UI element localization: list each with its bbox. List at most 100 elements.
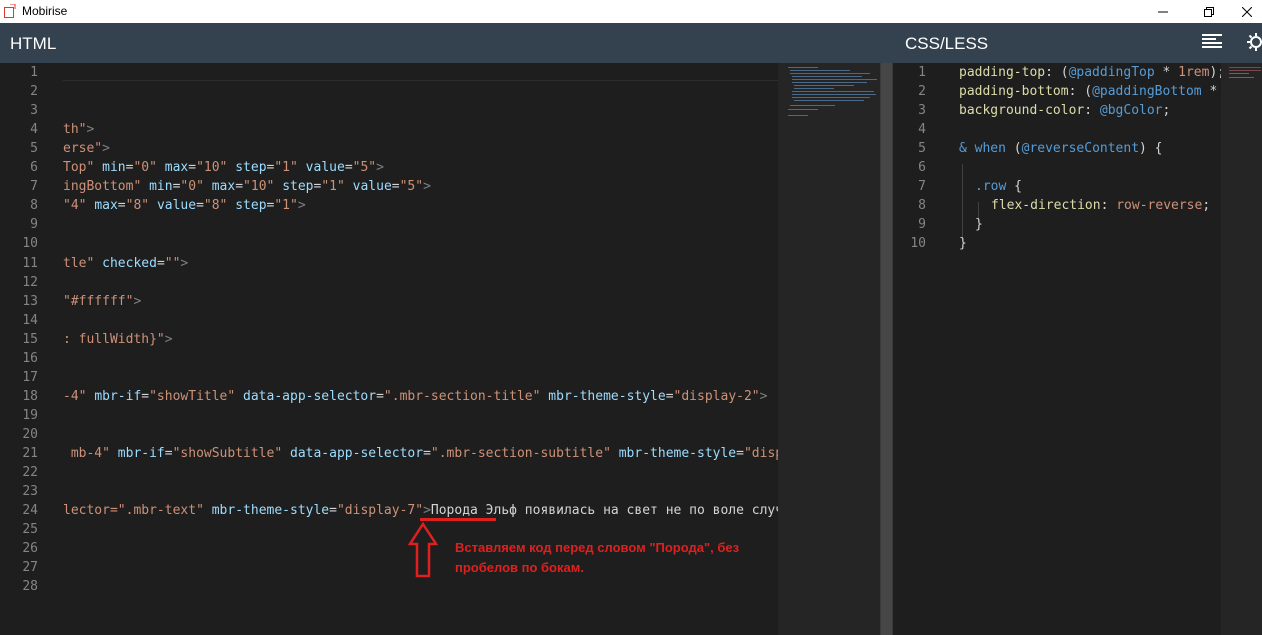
code-token: = [665, 388, 674, 404]
code-token: ( [1005, 141, 1022, 157]
line-number: 3 [30, 103, 38, 119]
code-line: padding-bottom: (@paddingBottom * 1 [959, 84, 1221, 99]
code-token: > [133, 293, 142, 309]
code-token: mbr-theme-style [211, 503, 330, 519]
code-token: & when [959, 141, 1006, 157]
code-line: -4" mbr-if="showTitle" data-app-selector… [63, 389, 767, 404]
minimize-button[interactable] [1140, 0, 1186, 23]
html-panel-title: HTML [10, 34, 57, 53]
minimap-preview [788, 67, 877, 116]
code-token: "5" [352, 160, 377, 176]
code-token: = [188, 160, 197, 176]
code-token: data-app-selector [243, 388, 377, 404]
code-line: "4" max="8" value="8" step="1"> [63, 198, 306, 213]
code-token: > [423, 179, 431, 195]
css-code-editor[interactable]: padding-top: (@paddingTop * 1rem);paddin… [951, 63, 1221, 635]
line-number: 13 [22, 293, 38, 309]
code-token: = [329, 503, 337, 519]
code-token: mb-4" [63, 446, 110, 461]
code-token: mbr-if [94, 388, 142, 404]
line-number: 11 [22, 255, 38, 271]
code-token: "" [164, 255, 181, 271]
code-token: ; [1162, 103, 1171, 119]
align-text-icon[interactable] [1202, 34, 1222, 50]
line-number: 17 [22, 369, 38, 385]
title-bar: Mobirise [0, 0, 1262, 23]
code-token: : fullWidth}" [63, 331, 165, 347]
code-token: "displ [743, 446, 778, 461]
line-number: 1 [30, 65, 38, 80]
code-token: = [423, 446, 431, 461]
code-token: > [180, 255, 189, 271]
maximize-button[interactable] [1186, 0, 1232, 23]
code-token: .mbr-text" [125, 503, 204, 519]
code-token: "display-7" [336, 503, 424, 519]
code-token: "10" [243, 179, 275, 195]
line-number: 16 [22, 350, 38, 366]
line-number: 22 [22, 465, 38, 481]
code-token: @paddingTop [1068, 65, 1155, 80]
code-token: mbr-theme-style [618, 446, 737, 461]
code-token: lector=" [63, 503, 126, 519]
code-token: "1" [274, 198, 298, 214]
code-token: = [141, 388, 150, 404]
code-token: > [759, 388, 768, 404]
code-line: : fullWidth}"> [63, 332, 173, 347]
code-token: "showSubtitle" [172, 446, 283, 461]
line-number: 2 [30, 84, 38, 100]
line-number: 14 [22, 312, 38, 328]
line-number: 27 [22, 560, 38, 576]
line-number: 6 [918, 160, 926, 176]
close-button[interactable] [1232, 0, 1262, 23]
code-token: "8" [125, 198, 150, 214]
line-number: 9 [30, 217, 38, 233]
code-token: > [423, 503, 431, 519]
code-token: tle" [63, 255, 95, 271]
line-number: 10 [910, 236, 926, 252]
code-token: ".mbr-section-title" [383, 388, 541, 404]
code-line: Top" min="0" max="10" step="1" value="5"… [63, 160, 384, 175]
code-token: erse" [63, 141, 103, 157]
code-token: } [959, 236, 967, 252]
code-token: = [344, 160, 353, 176]
code-token: : [1100, 198, 1117, 214]
code-token: ) { [1139, 141, 1163, 157]
code-token: step [282, 179, 314, 195]
line-number: 1 [918, 65, 926, 80]
code-token: "0" [180, 179, 204, 195]
code-token: @reverseContent [1021, 141, 1140, 157]
code-token: "8" [203, 198, 228, 214]
code-token: = [196, 198, 204, 214]
code-token: > [102, 141, 110, 157]
line-number: 21 [22, 446, 38, 461]
line-number: 4 [30, 122, 38, 138]
code-token: > [297, 198, 306, 214]
code-line: } [975, 217, 983, 232]
code-token: : [1084, 103, 1100, 119]
html-vertical-scrollbar[interactable] [880, 63, 893, 635]
line-number: 5 [30, 141, 38, 157]
code-line: mb-4" mbr-if="showSubtitle" data-app-sel… [63, 446, 778, 461]
code-token: step [235, 160, 267, 176]
code-token: "display-2" [673, 388, 760, 404]
css-minimap[interactable] [1221, 63, 1262, 635]
code-token: : ( [1045, 65, 1069, 80]
html-minimap[interactable] [778, 63, 880, 635]
maximize-icon [1204, 6, 1214, 17]
code-token: "1" [321, 179, 345, 195]
code-token: } [975, 217, 983, 233]
html-scrollbar-thumb[interactable] [881, 63, 892, 635]
code-token: = [117, 198, 126, 214]
annotation-note: Вставляем код перед словом "Порода", без… [455, 540, 740, 575]
code-token: mbr-if [117, 446, 165, 461]
code-line: "#ffffff"> [63, 294, 141, 309]
settings-gear-icon[interactable] [1246, 32, 1262, 52]
line-number: 15 [22, 331, 38, 347]
